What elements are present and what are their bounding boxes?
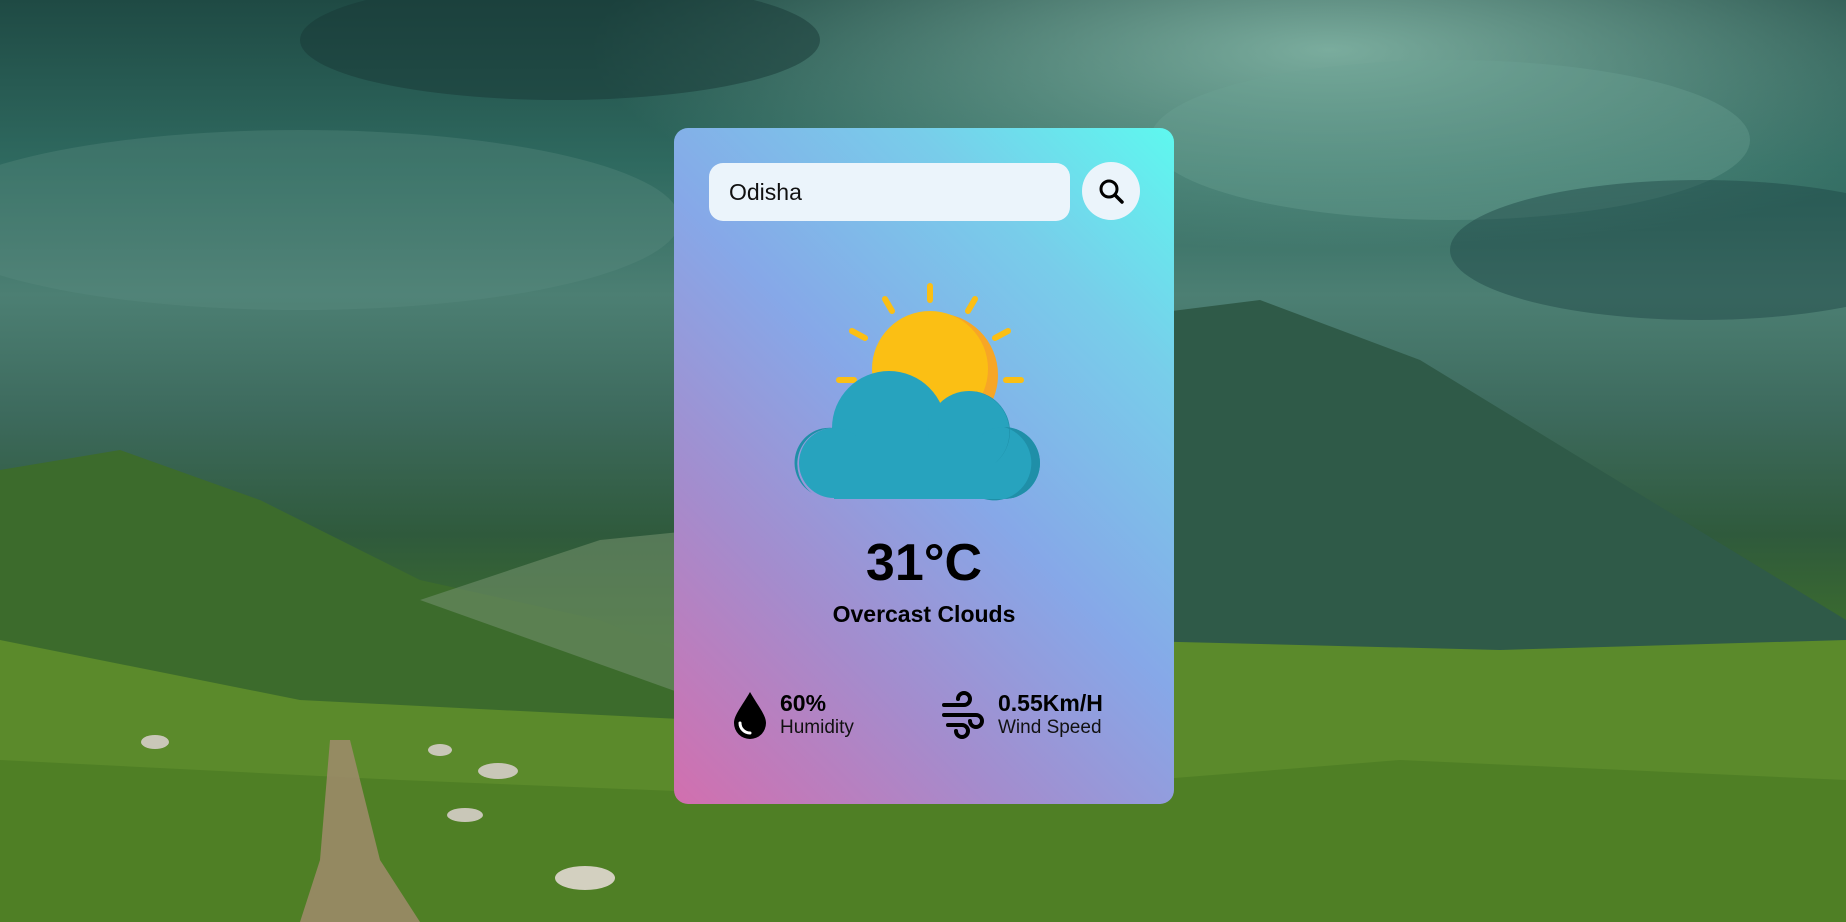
search-button[interactable] — [1082, 162, 1140, 220]
humidity-value: 60% — [780, 690, 827, 716]
wind-detail: 0.55Km/H Wind Speed — [940, 690, 1103, 740]
wind-icon — [940, 691, 988, 739]
wind-speed-value: 0.55Km/H — [998, 690, 1103, 716]
water-drop-icon — [730, 690, 770, 740]
wind-speed-label: Wind Speed — [998, 717, 1102, 738]
city-search-input[interactable] — [709, 163, 1070, 221]
partly-cloudy-icon — [794, 278, 1054, 513]
weather-description: Overcast Clouds — [832, 601, 1016, 627]
temperature: 31°C — [865, 534, 983, 592]
humidity-detail: 60% Humidity — [730, 690, 854, 740]
search-icon — [1098, 178, 1124, 204]
humidity-label: Humidity — [780, 717, 854, 738]
weather-card: 31°C Overcast Clouds 60% Humidity 0.5 — [674, 128, 1174, 804]
